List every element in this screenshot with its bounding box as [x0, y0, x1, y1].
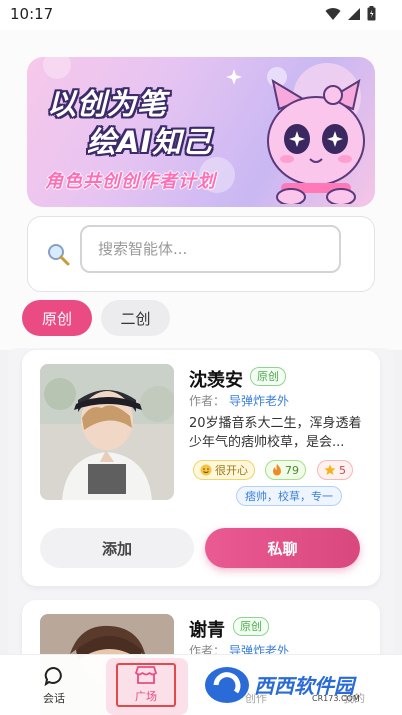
mood-text: 很开心: [215, 464, 248, 477]
private-chat-button[interactable]: 私聊: [205, 528, 360, 568]
add-button[interactable]: 添加: [40, 528, 194, 568]
banner-title-line1: 以创为笔: [47, 87, 168, 121]
watermark-url: CR173.COM: [312, 694, 360, 703]
chat-bubble-icon: [44, 666, 62, 686]
fire-icon: [273, 464, 281, 476]
author-link[interactable]: 导弹炸老外: [229, 392, 289, 409]
search-icon: [48, 244, 70, 266]
status-bar: 10:17: [0, 0, 402, 30]
original-tag: 原创: [250, 367, 286, 386]
author-label: 作者：: [189, 394, 226, 408]
character-card[interactable]: 沈羡安 原创 作者： 导弹炸老外 20岁播音系大二生，浑身透着少年气的痞帅校草，…: [22, 350, 380, 586]
heat-count: 79: [285, 463, 299, 477]
signal-icon: [348, 7, 360, 20]
status-time: 10:17: [10, 5, 54, 23]
character-description: 20岁播音系大二生，浑身透着少年气的痞帅校草，是会...: [189, 416, 362, 450]
watermark-logo-icon: [205, 667, 249, 703]
nav-label-chat: 会话: [43, 691, 65, 705]
wifi-icon: [325, 7, 341, 20]
watermark: 西西软件园 CR173.COM: [202, 660, 384, 710]
cat-mascot-icon: [267, 79, 365, 204]
tab-original[interactable]: 原创: [22, 300, 92, 336]
star-badge: 5: [317, 460, 353, 480]
personality-tags: 痞帅，校草，专一: [236, 486, 342, 506]
search-input[interactable]: [80, 225, 341, 273]
search-card: [27, 216, 375, 292]
character-portrait: [40, 364, 174, 500]
heat-badge: 79: [265, 460, 306, 480]
promo-banner[interactable]: 以创为笔 绘AI知己 角色共创创作者计划: [27, 57, 375, 207]
character-name: 沈羡安: [189, 370, 243, 391]
battery-icon: [367, 6, 376, 21]
star-count: 5: [339, 463, 346, 477]
tab-derivative[interactable]: 二创: [101, 300, 170, 336]
banner-subtitle: 角色共创创作者计划: [45, 171, 216, 192]
selection-outline: [116, 663, 176, 707]
status-icons: [325, 6, 376, 21]
nav-item-chat[interactable]: 会话: [30, 655, 78, 715]
banner-title-line2: 绘AI知己: [87, 125, 213, 159]
character-name: 谢青: [189, 620, 225, 641]
smile-icon: [200, 464, 212, 476]
original-tag: 原创: [233, 617, 269, 636]
character-avatar[interactable]: [40, 364, 174, 500]
mood-badge: 很开心: [193, 460, 255, 480]
star-icon: [324, 464, 336, 475]
